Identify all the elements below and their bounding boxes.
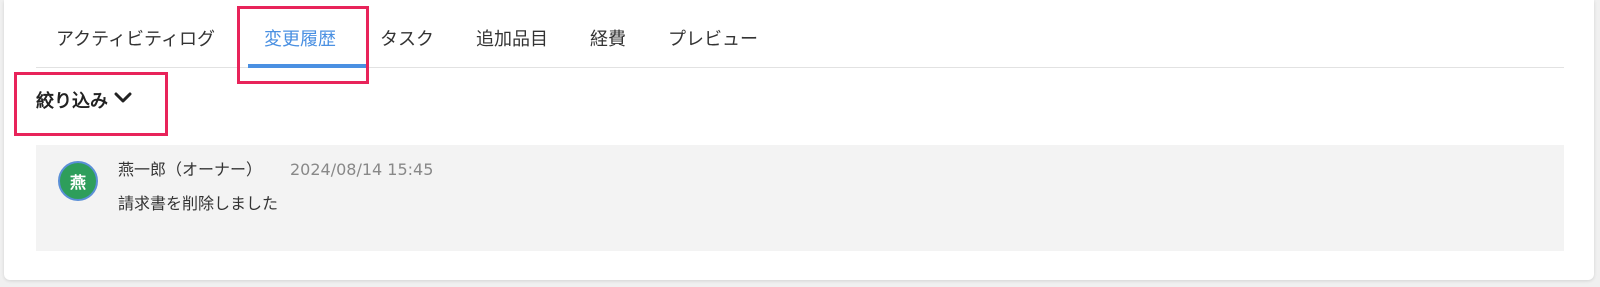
avatar: 燕 — [58, 161, 98, 201]
chevron-down-icon — [114, 86, 132, 114]
tab-tasks[interactable]: タスク — [380, 26, 434, 54]
history-entry: 燕 燕一郎（オーナー） 2024/08/14 15:45 請求書を削除しました — [36, 145, 1564, 251]
tab-preview[interactable]: プレビュー — [668, 26, 758, 54]
entry-author: 燕一郎（オーナー） — [118, 160, 263, 179]
entry-message: 請求書を削除しました — [118, 194, 279, 213]
tab-activity-log[interactable]: アクティビティログ — [56, 26, 215, 54]
tab-change-history[interactable]: 変更履歴 — [264, 26, 336, 54]
tab-bar: アクティビティログ 変更履歴 タスク 追加品目 経費 プレビュー — [0, 0, 1600, 70]
tab-expenses[interactable]: 経費 — [590, 26, 626, 54]
filter-toggle-button[interactable]: 絞り込み — [36, 88, 132, 116]
tab-additional-items[interactable]: 追加品目 — [476, 26, 548, 54]
filter-label: 絞り込み — [36, 91, 108, 112]
entry-timestamp: 2024/08/14 15:45 — [290, 160, 434, 179]
active-tab-indicator — [248, 64, 366, 68]
